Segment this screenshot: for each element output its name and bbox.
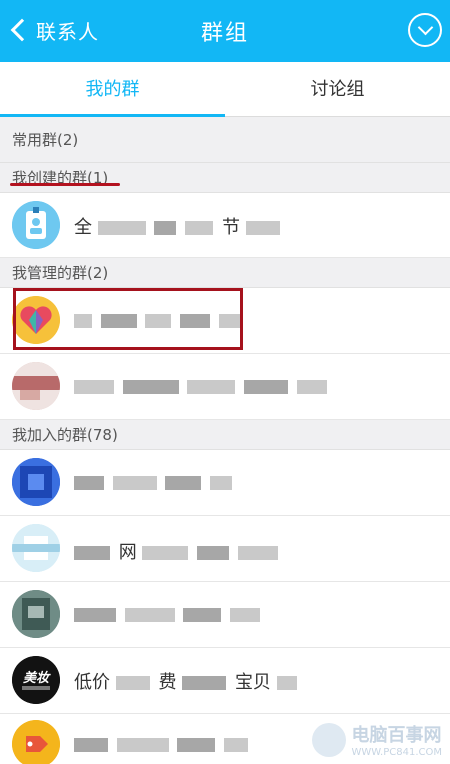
watermark-url: WWW.PC841.COM [351,747,442,758]
group-row-joined-3[interactable] [0,582,450,648]
group-row-created-1[interactable]: 全 节 [0,193,450,258]
blurred-text [74,476,104,490]
blurred-text [116,738,169,752]
group-avatar [12,590,60,638]
tab-discussion-groups[interactable]: 讨论组 [225,62,450,117]
blurred-text [154,221,177,235]
group-name: 网 [74,538,281,564]
blurred-text [185,221,214,235]
section-label: 我加入的群(78) [12,426,118,444]
blurred-text [124,608,175,622]
blurred-image-icon [12,458,60,506]
blurred-text [187,380,236,394]
group-name-fragment: 节 [221,217,240,238]
blurred-text [183,608,222,622]
group-row-managed-2[interactable] [0,354,450,420]
group-row-joined-2[interactable]: 网 [0,516,450,582]
group-name [74,376,330,397]
blurred-text [165,476,202,490]
section-label: 我管理的群(2) [12,264,109,282]
group-avatar [12,458,60,506]
watermark-logo-icon [311,722,346,757]
section-created-groups[interactable]: 我创建的群(1) [0,163,450,193]
blurred-text [245,221,280,235]
avatar-text: 美妆 [22,671,49,686]
blurred-text [115,676,150,690]
group-avatar [12,201,60,249]
group-name [74,604,263,625]
blurred-text [182,676,227,690]
group-row-joined-4[interactable]: 美妆 低价 费 宝贝 [0,648,450,714]
group-avatar [12,720,60,764]
blurred-text [74,546,110,560]
blurred-image-icon [12,590,60,638]
blurred-text [74,608,116,622]
highlight-underline [10,183,120,186]
blurred-text [197,546,230,560]
blurred-text [237,546,278,560]
tab-bar: 我的群 讨论组 [0,62,450,117]
watermark-title: 电脑百事网 [351,725,442,746]
blurred-text [74,380,114,394]
group-name-fragment: 费 [158,672,177,693]
group-name: 低价 费 宝贝 [74,668,300,694]
section-managed-groups[interactable]: 我管理的群(2) [0,258,450,288]
blurred-text [230,608,261,622]
group-name: 全 节 [74,213,283,239]
blurred-text [122,380,179,394]
group-row-joined-1[interactable] [0,450,450,516]
blurred-text [142,546,189,560]
blurred-image-icon [12,524,60,572]
group-name-fragment: 全 [74,217,92,238]
section-common-groups[interactable]: 常用群(2) [0,117,450,163]
blurred-text [112,476,157,490]
section-label: 常用群(2) [12,131,79,149]
blurred-text [244,380,289,394]
more-menu-button[interactable] [408,13,442,47]
blurred-text [74,738,108,752]
group-avatar [12,362,60,410]
blurred-image-icon [12,362,60,410]
blurred-text [276,676,297,690]
tab-my-groups[interactable]: 我的群 [0,62,225,117]
blurred-text [97,221,146,235]
group-name [74,472,235,493]
blurred-text [224,738,249,752]
group-avatar: 美妆 [12,656,60,704]
chevron-down-icon [417,19,433,36]
header-bar: 联系人 群组 [0,0,450,62]
group-avatar [12,524,60,572]
watermark: 电脑百事网 WWW.PC841.COM [311,721,442,758]
blurred-text [210,476,233,490]
blurred-text [177,738,216,752]
id-badge-icon [12,201,60,249]
page-title: 群组 [200,21,249,46]
group-name [74,734,251,755]
blurred-text [296,380,327,394]
price-tag-icon [12,720,60,764]
group-name-fragment: 宝贝 [234,672,271,693]
group-name-fragment: 低价 [74,672,110,693]
group-name-fragment: 网 [118,542,137,563]
highlight-box [13,288,243,350]
section-joined-groups[interactable]: 我加入的群(78) [0,420,450,450]
